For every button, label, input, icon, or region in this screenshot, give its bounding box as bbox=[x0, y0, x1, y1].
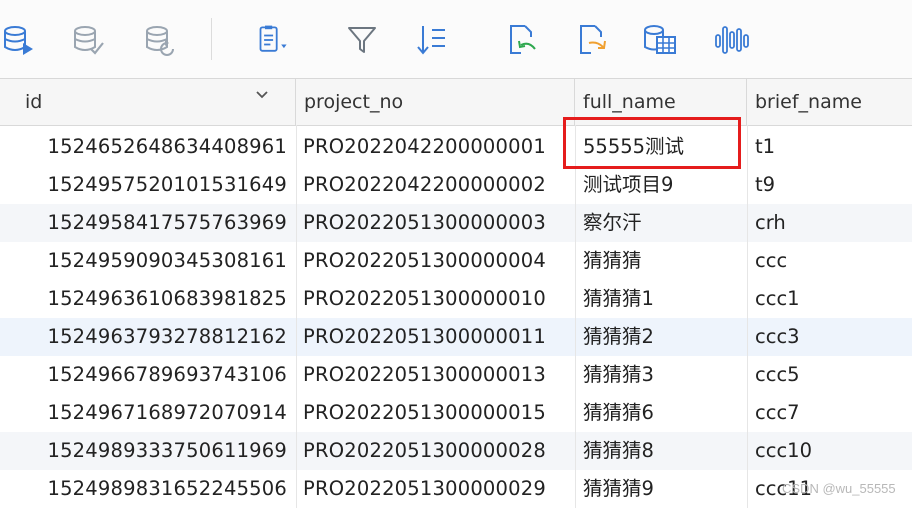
cell-project-no[interactable]: PRO2022051300000010 bbox=[296, 280, 574, 318]
cell-project-no[interactable]: PRO2022051300000003 bbox=[296, 204, 574, 242]
table-data-icon[interactable] bbox=[642, 22, 678, 58]
watermark: CSDN @wu_55555 bbox=[782, 481, 896, 496]
cell-full-name[interactable]: 猜猜猜6 bbox=[575, 394, 747, 432]
cell-full-name[interactable]: 猜猜猜1 bbox=[575, 280, 747, 318]
column-header-brief-name[interactable]: brief_name bbox=[747, 79, 912, 125]
db-run-icon[interactable] bbox=[0, 22, 36, 58]
filter-icon[interactable] bbox=[344, 22, 380, 58]
cell-project-no[interactable]: PRO2022042200000002 bbox=[296, 166, 574, 204]
cell-full-name[interactable]: 猜猜猜2 bbox=[575, 318, 747, 356]
cell-brief-name[interactable]: ccc bbox=[747, 242, 912, 280]
toolbar-separator bbox=[211, 18, 212, 60]
document-menu-icon[interactable] bbox=[256, 22, 292, 58]
cell-brief-name[interactable]: ccc10 bbox=[747, 432, 912, 470]
cell-project-no[interactable]: PRO2022042200000001 bbox=[296, 128, 574, 166]
table-row[interactable]: 1524989333750611969 PRO2022051300000028 … bbox=[0, 432, 912, 470]
cell-project-no[interactable]: PRO2022051300000029 bbox=[296, 470, 574, 508]
cell-brief-name[interactable]: crh bbox=[747, 204, 912, 242]
column-divider bbox=[575, 125, 576, 508]
cell-full-name[interactable]: 猜猜猜8 bbox=[575, 432, 747, 470]
table-row[interactable]: 1524966789693743106 PRO2022051300000013 … bbox=[0, 356, 912, 394]
table-row[interactable]: 1524652648634408961 PRO2022042200000001 … bbox=[0, 128, 912, 166]
cell-brief-name[interactable]: ccc3 bbox=[747, 318, 912, 356]
cell-brief-name[interactable]: ccc7 bbox=[747, 394, 912, 432]
db-rollback-icon[interactable] bbox=[142, 22, 178, 58]
table-row[interactable]: 1524959090345308161 PRO2022051300000004 … bbox=[0, 242, 912, 280]
chevron-down-icon[interactable] bbox=[254, 87, 270, 106]
sort-icon[interactable] bbox=[414, 22, 450, 58]
column-header-label: brief_name bbox=[755, 91, 862, 113]
column-header-row: id project_no full_name brief_name bbox=[0, 79, 912, 126]
table-row[interactable]: 1524958417575763969 PRO2022051300000003 … bbox=[0, 204, 912, 242]
cell-project-no[interactable]: PRO2022051300000028 bbox=[296, 432, 574, 470]
waveform-icon[interactable] bbox=[714, 22, 750, 58]
cell-brief-name[interactable]: ccc5 bbox=[747, 356, 912, 394]
import-icon[interactable] bbox=[504, 22, 540, 58]
cell-project-no[interactable]: PRO2022051300000013 bbox=[296, 356, 574, 394]
table-row[interactable]: 1524967168972070914 PRO2022051300000015 … bbox=[0, 394, 912, 432]
cell-id[interactable]: 1524967168972070914 bbox=[0, 394, 290, 432]
cell-full-name[interactable]: 猜猜猜 bbox=[575, 242, 747, 280]
column-divider bbox=[296, 125, 297, 508]
cell-full-name[interactable]: 测试项目9 bbox=[575, 166, 747, 204]
column-header-project-no[interactable]: project_no bbox=[296, 79, 575, 125]
cell-id[interactable]: 1524958417575763969 bbox=[0, 204, 290, 242]
table-row[interactable]: 1524963610683981825 PRO2022051300000010 … bbox=[0, 280, 912, 318]
cell-brief-name[interactable]: ccc1 bbox=[747, 280, 912, 318]
cell-id[interactable]: 1524652648634408961 bbox=[0, 128, 290, 166]
cell-brief-name[interactable]: t1 bbox=[747, 128, 912, 166]
cell-project-no[interactable]: PRO2022051300000015 bbox=[296, 394, 574, 432]
cell-id[interactable]: 1524959090345308161 bbox=[0, 242, 290, 280]
cell-id[interactable]: 1524957520101531649 bbox=[0, 166, 290, 204]
cell-full-name[interactable]: 猜猜猜3 bbox=[575, 356, 747, 394]
cell-full-name[interactable]: 察尔汗 bbox=[575, 204, 747, 242]
cell-id[interactable]: 1524963610683981825 bbox=[0, 280, 290, 318]
cell-id[interactable]: 1524989831652245506 bbox=[0, 470, 290, 508]
column-header-label: id bbox=[25, 91, 43, 113]
cell-project-no[interactable]: PRO2022051300000004 bbox=[296, 242, 574, 280]
cell-id[interactable]: 1524963793278812162 bbox=[0, 318, 290, 356]
toolbar bbox=[0, 0, 912, 79]
db-commit-icon[interactable] bbox=[70, 22, 106, 58]
cell-brief-name[interactable]: t9 bbox=[747, 166, 912, 204]
column-divider bbox=[747, 125, 748, 508]
table-row[interactable]: 1524963793278812162 PRO2022051300000011 … bbox=[0, 318, 912, 356]
column-header-label: full_name bbox=[583, 91, 676, 113]
cell-project-no[interactable]: PRO2022051300000011 bbox=[296, 318, 574, 356]
table-row[interactable]: 1524957520101531649 PRO2022042200000002 … bbox=[0, 166, 912, 204]
cell-id[interactable]: 1524989333750611969 bbox=[0, 432, 290, 470]
highlight-annotation-box bbox=[563, 117, 741, 169]
data-grid: id project_no full_name brief_name 15246… bbox=[0, 79, 912, 508]
cell-id[interactable]: 1524966789693743106 bbox=[0, 356, 290, 394]
export-icon[interactable] bbox=[574, 22, 610, 58]
column-header-label: project_no bbox=[304, 91, 404, 113]
table-row[interactable]: 1524989831652245506 PRO2022051300000029 … bbox=[0, 470, 912, 508]
cell-full-name[interactable]: 猜猜猜9 bbox=[575, 470, 747, 508]
